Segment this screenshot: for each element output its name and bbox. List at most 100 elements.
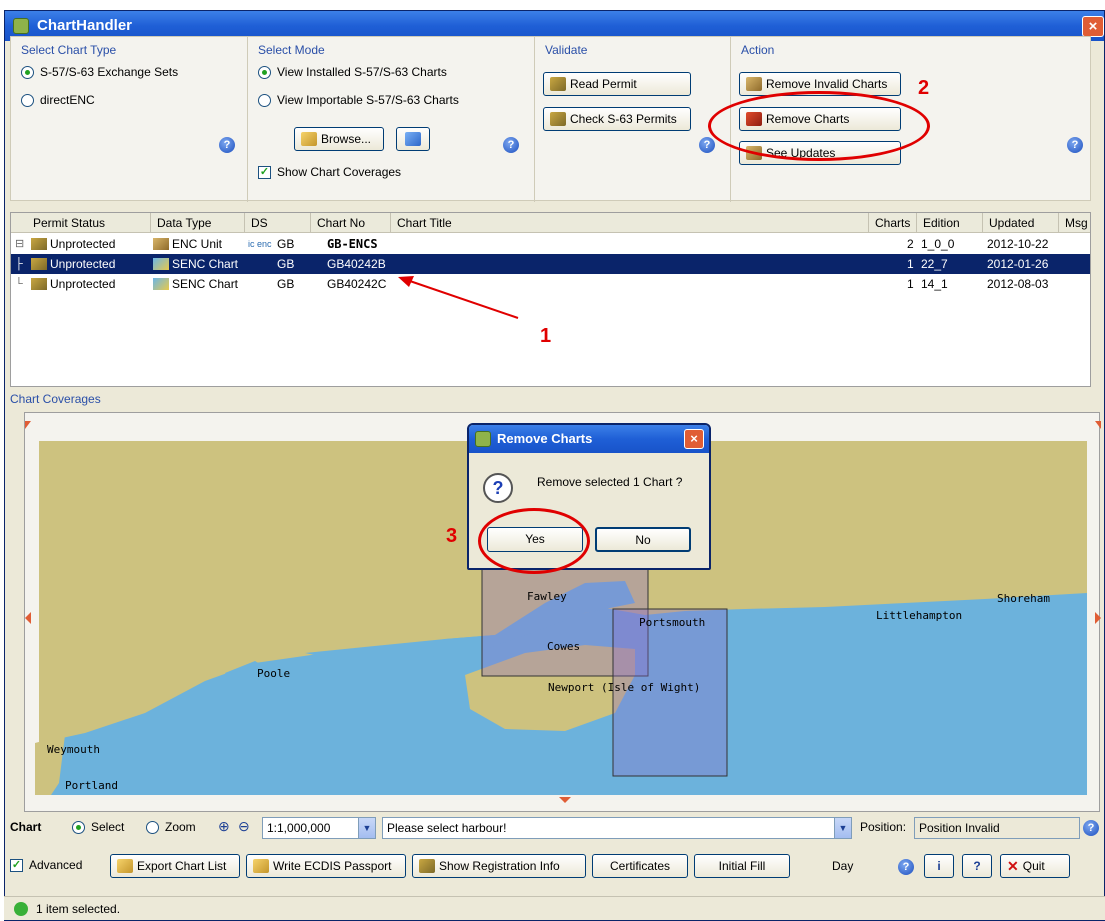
column-header[interactable]: Edition — [917, 213, 983, 233]
ecdis-icon — [253, 859, 269, 873]
browse-button[interactable]: Browse... — [294, 127, 384, 151]
charts: 2 — [907, 237, 914, 251]
pan-right-arrow[interactable] — [1095, 612, 1101, 624]
close-icon: ✕ — [1007, 857, 1019, 874]
tree-expander[interactable]: ⊟ — [15, 238, 27, 250]
table-row[interactable]: ├ Unprotected SENC Chart GB GB40242B 1 2… — [11, 254, 1090, 274]
window-title: ChartHandler — [37, 17, 133, 34]
refresh-button[interactable] — [396, 127, 430, 151]
radio-icon[interactable] — [258, 93, 271, 107]
radio-select[interactable]: Select — [72, 820, 124, 834]
annotation-2: 2 — [918, 77, 930, 99]
box-icon — [153, 238, 169, 250]
chevron-down-icon[interactable]: ▼ — [834, 818, 851, 838]
charts: 1 — [907, 257, 914, 271]
certificates-button[interactable]: Certificates — [592, 854, 688, 878]
ok-icon — [14, 902, 28, 916]
permit-status: Unprotected — [31, 274, 115, 294]
validate-group: Validate Read Permit Check S-63 Permits … — [535, 37, 731, 202]
help-icon[interactable]: ? — [898, 859, 914, 875]
column-header[interactable]: Permit Status — [11, 213, 151, 233]
checkbox-icon[interactable]: ✓ — [10, 858, 23, 872]
radio-icon[interactable] — [21, 93, 34, 107]
close-button[interactable]: × — [1082, 16, 1104, 37]
updated: 2012-08-03 — [987, 277, 1049, 291]
radio-view-importable[interactable]: View Importable S-57/S-63 Charts — [258, 93, 459, 107]
help-icon[interactable]: ? — [699, 137, 715, 153]
place-portland: Portland — [65, 779, 118, 792]
column-header[interactable]: Msg — [1059, 213, 1092, 233]
data-type-text: SENC Chart — [172, 277, 239, 291]
position-label: Position: — [860, 820, 907, 834]
chart-coverages-title: Chart Coverages — [10, 392, 101, 406]
radio-icon[interactable] — [258, 65, 271, 79]
chart-list: Permit Status Data Type DS Chart No Char… — [10, 212, 1091, 387]
corner-marker — [1095, 421, 1101, 429]
about-button[interactable]: ? — [962, 854, 992, 878]
dialog-close-button[interactable]: × — [684, 429, 704, 449]
show-coverages-checkbox[interactable]: ✓ Show Chart Coverages — [258, 165, 401, 179]
no-button[interactable]: No — [595, 527, 691, 552]
column-header[interactable]: Charts — [869, 213, 917, 233]
passport-label: Write ECDIS Passport — [273, 859, 392, 873]
enc-icon: ic enc — [248, 239, 272, 249]
initial-fill-button[interactable]: Initial Fill — [694, 854, 790, 878]
column-header[interactable]: DS — [245, 213, 311, 233]
radio-view-installed[interactable]: View Installed S-57/S-63 Charts — [258, 65, 447, 79]
updated: 2012-10-22 — [987, 237, 1049, 251]
top-panel: Select Chart Type S-57/S-63 Exchange Set… — [10, 36, 1091, 202]
checkbox-icon[interactable]: ✓ — [258, 165, 271, 179]
info-button[interactable]: i — [924, 854, 954, 878]
radio-label: Select — [91, 820, 125, 834]
key-icon — [550, 112, 566, 126]
help-icon[interactable]: ? — [1067, 137, 1083, 153]
annotation-1: 1 — [540, 325, 552, 347]
help-icon[interactable]: ? — [503, 137, 519, 153]
column-header[interactable]: Data Type — [151, 213, 245, 233]
pan-left-arrow[interactable] — [25, 612, 31, 624]
column-header[interactable]: Chart Title — [391, 213, 869, 233]
table-row[interactable]: ⊟ Unprotected ENC Unit ic enc GB GB-ENCS… — [11, 234, 1090, 254]
bottom-toolbar: ✓ Advanced Export Chart List Write ECDIS… — [10, 852, 1101, 880]
registration-info-button[interactable]: Show Registration Info — [412, 854, 586, 878]
position-value: Position Invalid — [919, 821, 1000, 835]
table-row[interactable]: └ Unprotected SENC Chart GB GB40242C 1 1… — [11, 274, 1090, 294]
export-chart-list-button[interactable]: Export Chart List — [110, 854, 240, 878]
updated: 2012-01-26 — [987, 257, 1049, 271]
senc-icon — [153, 278, 169, 290]
check-permits-label: Check S-63 Permits — [570, 112, 677, 126]
help-icon[interactable]: ? — [219, 137, 235, 153]
harbour-value: Please select harbour! — [387, 821, 507, 835]
key-icon — [419, 859, 435, 873]
advanced-checkbox[interactable]: ✓ Advanced — [10, 858, 82, 872]
column-header[interactable]: Updated — [983, 213, 1059, 233]
edition: 14_1 — [921, 277, 948, 291]
quit-button[interactable]: ✕ Quit — [1000, 854, 1070, 878]
radio-directenc[interactable]: directENC — [21, 93, 95, 107]
certificates-label: Certificates — [609, 859, 671, 873]
harbour-select[interactable]: Please select harbour! ▼ — [382, 817, 852, 839]
zoom-in-icon[interactable]: ⊕ — [218, 818, 230, 835]
radio-icon[interactable] — [146, 820, 159, 834]
mode-title: Select Mode — [258, 43, 325, 57]
zoom-out-icon[interactable]: ⊖ — [238, 818, 250, 835]
dialog-message: Remove selected 1 Chart ? — [537, 475, 683, 489]
radio-zoom[interactable]: Zoom — [146, 820, 196, 834]
help-icon[interactable]: ? — [1083, 820, 1099, 836]
write-passport-button[interactable]: Write ECDIS Passport — [246, 854, 406, 878]
radio-label: directENC — [40, 93, 95, 107]
pan-down-arrow[interactable] — [559, 797, 571, 803]
check-permits-button[interactable]: Check S-63 Permits — [543, 107, 691, 131]
data-type: SENC Chart — [153, 254, 238, 274]
radio-exchange-sets[interactable]: S-57/S-63 Exchange Sets — [21, 65, 178, 79]
radio-icon[interactable] — [21, 65, 34, 79]
charts-icon — [117, 859, 133, 873]
annotation-3: 3 — [446, 525, 458, 547]
chevron-down-icon[interactable]: ▼ — [358, 818, 375, 838]
chart-type-group: Select Chart Type S-57/S-63 Exchange Set… — [11, 37, 248, 202]
column-header[interactable]: Chart No — [311, 213, 391, 233]
read-permit-button[interactable]: Read Permit — [543, 72, 691, 96]
scale-select[interactable]: 1:1,000,000 ▼ — [262, 817, 376, 839]
radio-icon[interactable] — [72, 820, 85, 834]
folder-icon — [301, 132, 317, 146]
